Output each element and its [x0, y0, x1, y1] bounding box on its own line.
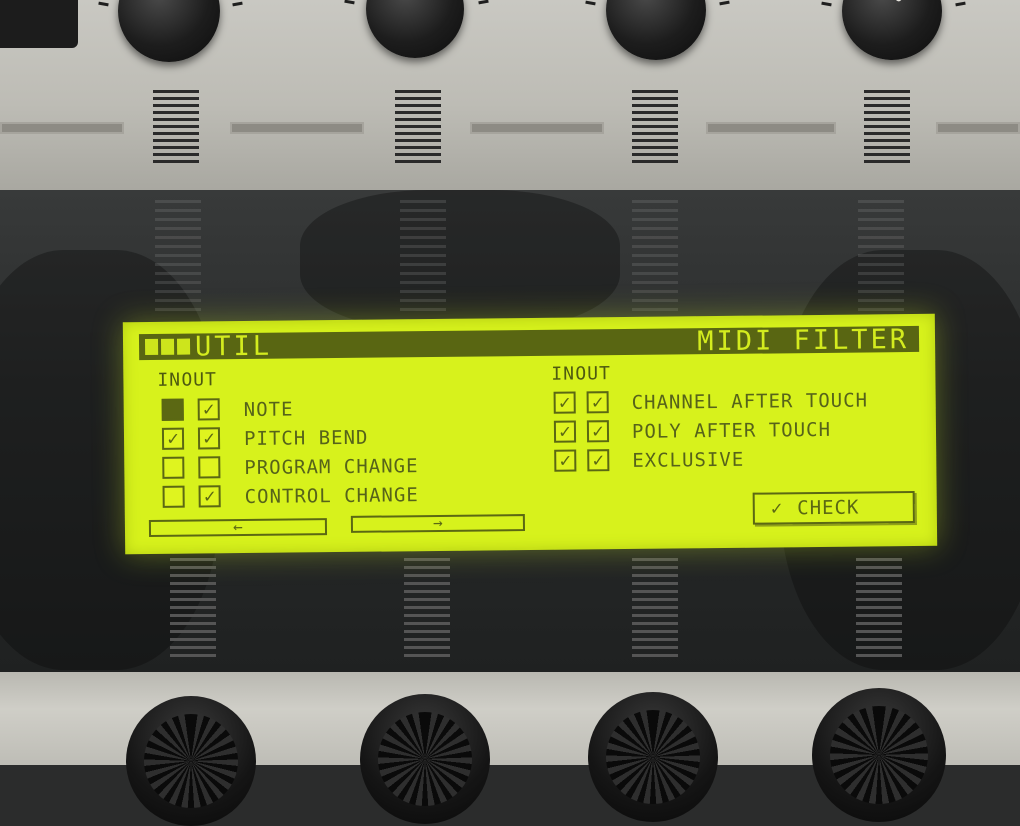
panel-slot — [0, 122, 124, 134]
bottom-knob-2[interactable] — [360, 694, 490, 824]
row-label: CHANNEL AFTER TOUCH — [631, 389, 869, 414]
note-in-checkbox[interactable] — [161, 398, 184, 421]
reflection-shadow — [300, 190, 620, 330]
knob-4[interactable] — [842, 0, 942, 60]
panel-slot — [470, 122, 604, 134]
checkmark-icon: ✓ — [770, 497, 784, 520]
knob-3-grille — [632, 90, 678, 167]
next-page-button[interactable]: → — [350, 512, 526, 533]
reflected-grille — [632, 200, 678, 317]
exclusive-out-checkbox[interactable]: ✓ — [587, 449, 610, 472]
bottom-knob-1[interactable] — [126, 696, 256, 826]
reflected-grille — [400, 200, 446, 317]
knob-1[interactable] — [118, 0, 220, 62]
bottom-control-panel — [0, 672, 1020, 826]
channel-after-touch-in-checkbox[interactable]: ✓ — [553, 391, 576, 414]
in-column-header: IN — [157, 369, 182, 391]
pitch-bend-in-checkbox[interactable]: ✓ — [161, 427, 185, 450]
poly-after-touch-out-checkbox[interactable]: ✓ — [586, 420, 610, 443]
in-column-header: IN — [551, 363, 576, 385]
lower-grille — [170, 558, 216, 662]
right-arrow-icon: → — [432, 512, 443, 533]
top-control-panel — [0, 0, 1020, 190]
row-label: PITCH BEND — [243, 426, 369, 450]
program-change-in-checkbox[interactable] — [162, 456, 185, 479]
bottom-knob-3[interactable] — [588, 692, 718, 822]
channel-after-touch-out-checkbox[interactable]: ✓ — [586, 391, 609, 414]
section-title: UTIL — [194, 330, 273, 363]
panel-slot — [230, 122, 364, 134]
control-change-in-checkbox[interactable] — [162, 485, 185, 508]
prev-page-button[interactable]: ← — [148, 517, 328, 537]
title-bar: UTIL MIDI FILTER — [138, 324, 920, 363]
page-indicator — [144, 338, 193, 360]
row-label: POLY AFTER TOUCH — [631, 418, 832, 443]
control-change-out-checkbox[interactable]: ✓ — [198, 485, 221, 508]
pitch-bend-out-checkbox[interactable]: ✓ — [197, 427, 221, 450]
panel-slot — [706, 122, 836, 134]
reflected-grille — [155, 200, 201, 317]
row-label: PROGRAM CHANGE — [244, 455, 419, 479]
lcd-screen: UTIL MIDI FILTER IN OUT IN OUT ✓ NOTE ✓ … — [122, 313, 938, 555]
lower-grille — [856, 558, 902, 662]
knob-2-grille — [395, 90, 441, 167]
panel-slot — [936, 122, 1020, 134]
left-arrow-icon: ← — [233, 517, 243, 537]
poly-after-touch-in-checkbox[interactable]: ✓ — [553, 420, 577, 443]
row-label: EXCLUSIVE — [632, 448, 745, 472]
lower-grille — [632, 558, 678, 662]
check-button[interactable]: ✓ CHECK — [752, 490, 915, 525]
lower-grille — [404, 558, 450, 662]
knob-1-grille — [153, 90, 199, 167]
reflected-grille — [858, 200, 904, 317]
check-button-label: CHECK — [797, 496, 860, 520]
note-out-checkbox[interactable]: ✓ — [197, 398, 220, 421]
exclusive-in-checkbox[interactable]: ✓ — [554, 449, 577, 472]
panel-button[interactable] — [0, 0, 78, 48]
knob-2[interactable] — [366, 0, 464, 58]
out-column-header: OUT — [181, 369, 218, 391]
row-label: NOTE — [243, 398, 294, 421]
row-label: CONTROL CHANGE — [244, 484, 419, 508]
page-title: MIDI FILTER — [697, 324, 910, 358]
program-change-out-checkbox[interactable] — [198, 456, 221, 479]
bottom-knob-4[interactable] — [812, 688, 946, 822]
out-column-header: OUT — [575, 363, 611, 385]
knob-3[interactable] — [606, 0, 706, 60]
knob-4-grille — [864, 90, 910, 167]
